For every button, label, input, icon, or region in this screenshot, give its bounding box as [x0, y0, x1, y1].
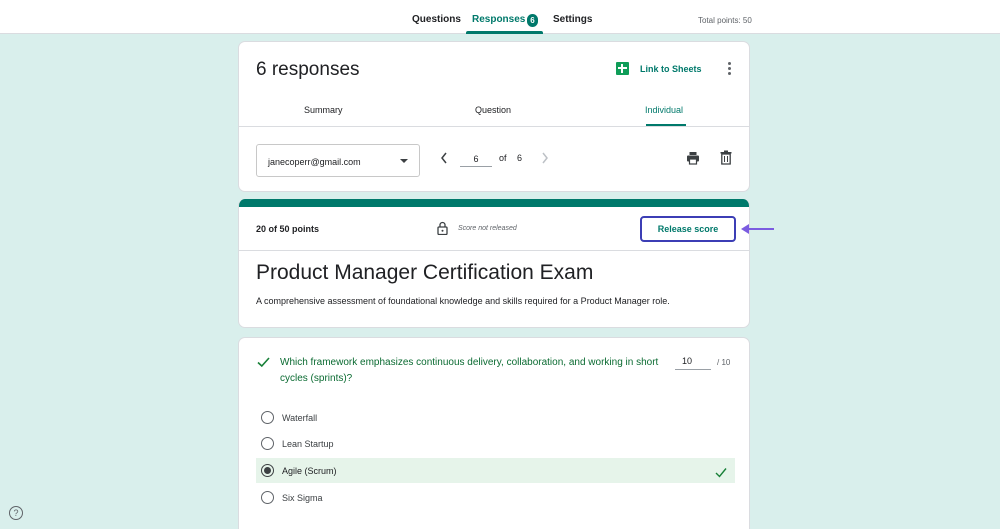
page-total: 6	[517, 153, 523, 163]
chevron-right-icon[interactable]	[540, 151, 550, 165]
print-icon[interactable]	[686, 151, 700, 165]
link-to-sheets-button[interactable]: Link to Sheets	[640, 64, 702, 74]
score-card: 20 of 50 points Score not released Relea…	[238, 199, 750, 328]
question-text: Which framework emphasizes continuous de…	[280, 357, 659, 384]
score-card-accent-bar	[239, 199, 749, 207]
release-score-button[interactable]: Release score	[640, 216, 736, 242]
sheets-icon[interactable]	[616, 62, 629, 75]
responses-count-badge: 6	[527, 14, 538, 27]
radio-checked	[261, 464, 274, 477]
caret-down-icon	[400, 159, 408, 163]
tab-responses[interactable]: Responses 6	[466, 0, 543, 34]
respondent-select[interactable]: janecoperr@gmail.com	[256, 144, 420, 177]
correct-answer-check-icon	[715, 465, 727, 478]
top-nav: Questions Responses 6 Settings Total poi…	[0, 0, 1000, 34]
option-waterfall[interactable]: Waterfall	[256, 405, 735, 430]
subtab-individual[interactable]: Individual	[645, 105, 683, 115]
subtab-summary[interactable]: Summary	[304, 105, 343, 115]
option-agile-scrum[interactable]: Agile (Scrum)	[256, 458, 735, 483]
question-score-input[interactable]: 10	[675, 356, 711, 370]
score-divider	[239, 250, 749, 251]
page-number-input[interactable]: 6	[460, 152, 492, 167]
lock-icon	[437, 221, 448, 236]
radio-unchecked	[261, 411, 274, 424]
responses-title: 6 responses	[256, 59, 360, 80]
score-points: 20 of 50 points	[256, 224, 320, 234]
exam-title: Product Manager Certification Exam	[256, 261, 594, 284]
option-label: Agile (Scrum)	[282, 466, 337, 476]
option-label: Six Sigma	[282, 493, 323, 503]
page-of-label: of	[499, 153, 507, 163]
option-label: Lean Startup	[282, 439, 334, 449]
total-points: Total points: 50	[698, 16, 752, 25]
correct-check-icon	[257, 355, 270, 368]
score-release-status: Score not released	[458, 225, 517, 232]
tab-questions[interactable]: Questions	[412, 0, 461, 34]
more-options-icon[interactable]	[724, 60, 734, 78]
responses-summary-card: 6 responses Link to Sheets Summary Quest…	[238, 41, 750, 192]
summary-divider	[239, 126, 749, 127]
radio-unchecked	[261, 491, 274, 504]
chevron-left-icon[interactable]	[439, 151, 449, 165]
respondent-email: janecoperr@gmail.com	[268, 157, 361, 167]
question-max-score: / 10	[717, 358, 731, 367]
question-card: Which framework emphasizes continuous de…	[238, 337, 750, 529]
option-label: Waterfall	[282, 413, 318, 423]
arrow-left-icon	[740, 222, 776, 236]
radio-unchecked	[261, 437, 274, 450]
tab-settings[interactable]: Settings	[553, 0, 592, 34]
delete-icon[interactable]	[720, 150, 732, 165]
help-icon[interactable]: ?	[9, 506, 23, 520]
exam-description: A comprehensive assessment of foundation…	[256, 296, 670, 306]
option-lean-startup[interactable]: Lean Startup	[256, 431, 735, 456]
tab-responses-label: Responses	[472, 14, 526, 25]
option-six-sigma[interactable]: Six Sigma	[256, 485, 735, 510]
subtab-question[interactable]: Question	[475, 105, 511, 115]
